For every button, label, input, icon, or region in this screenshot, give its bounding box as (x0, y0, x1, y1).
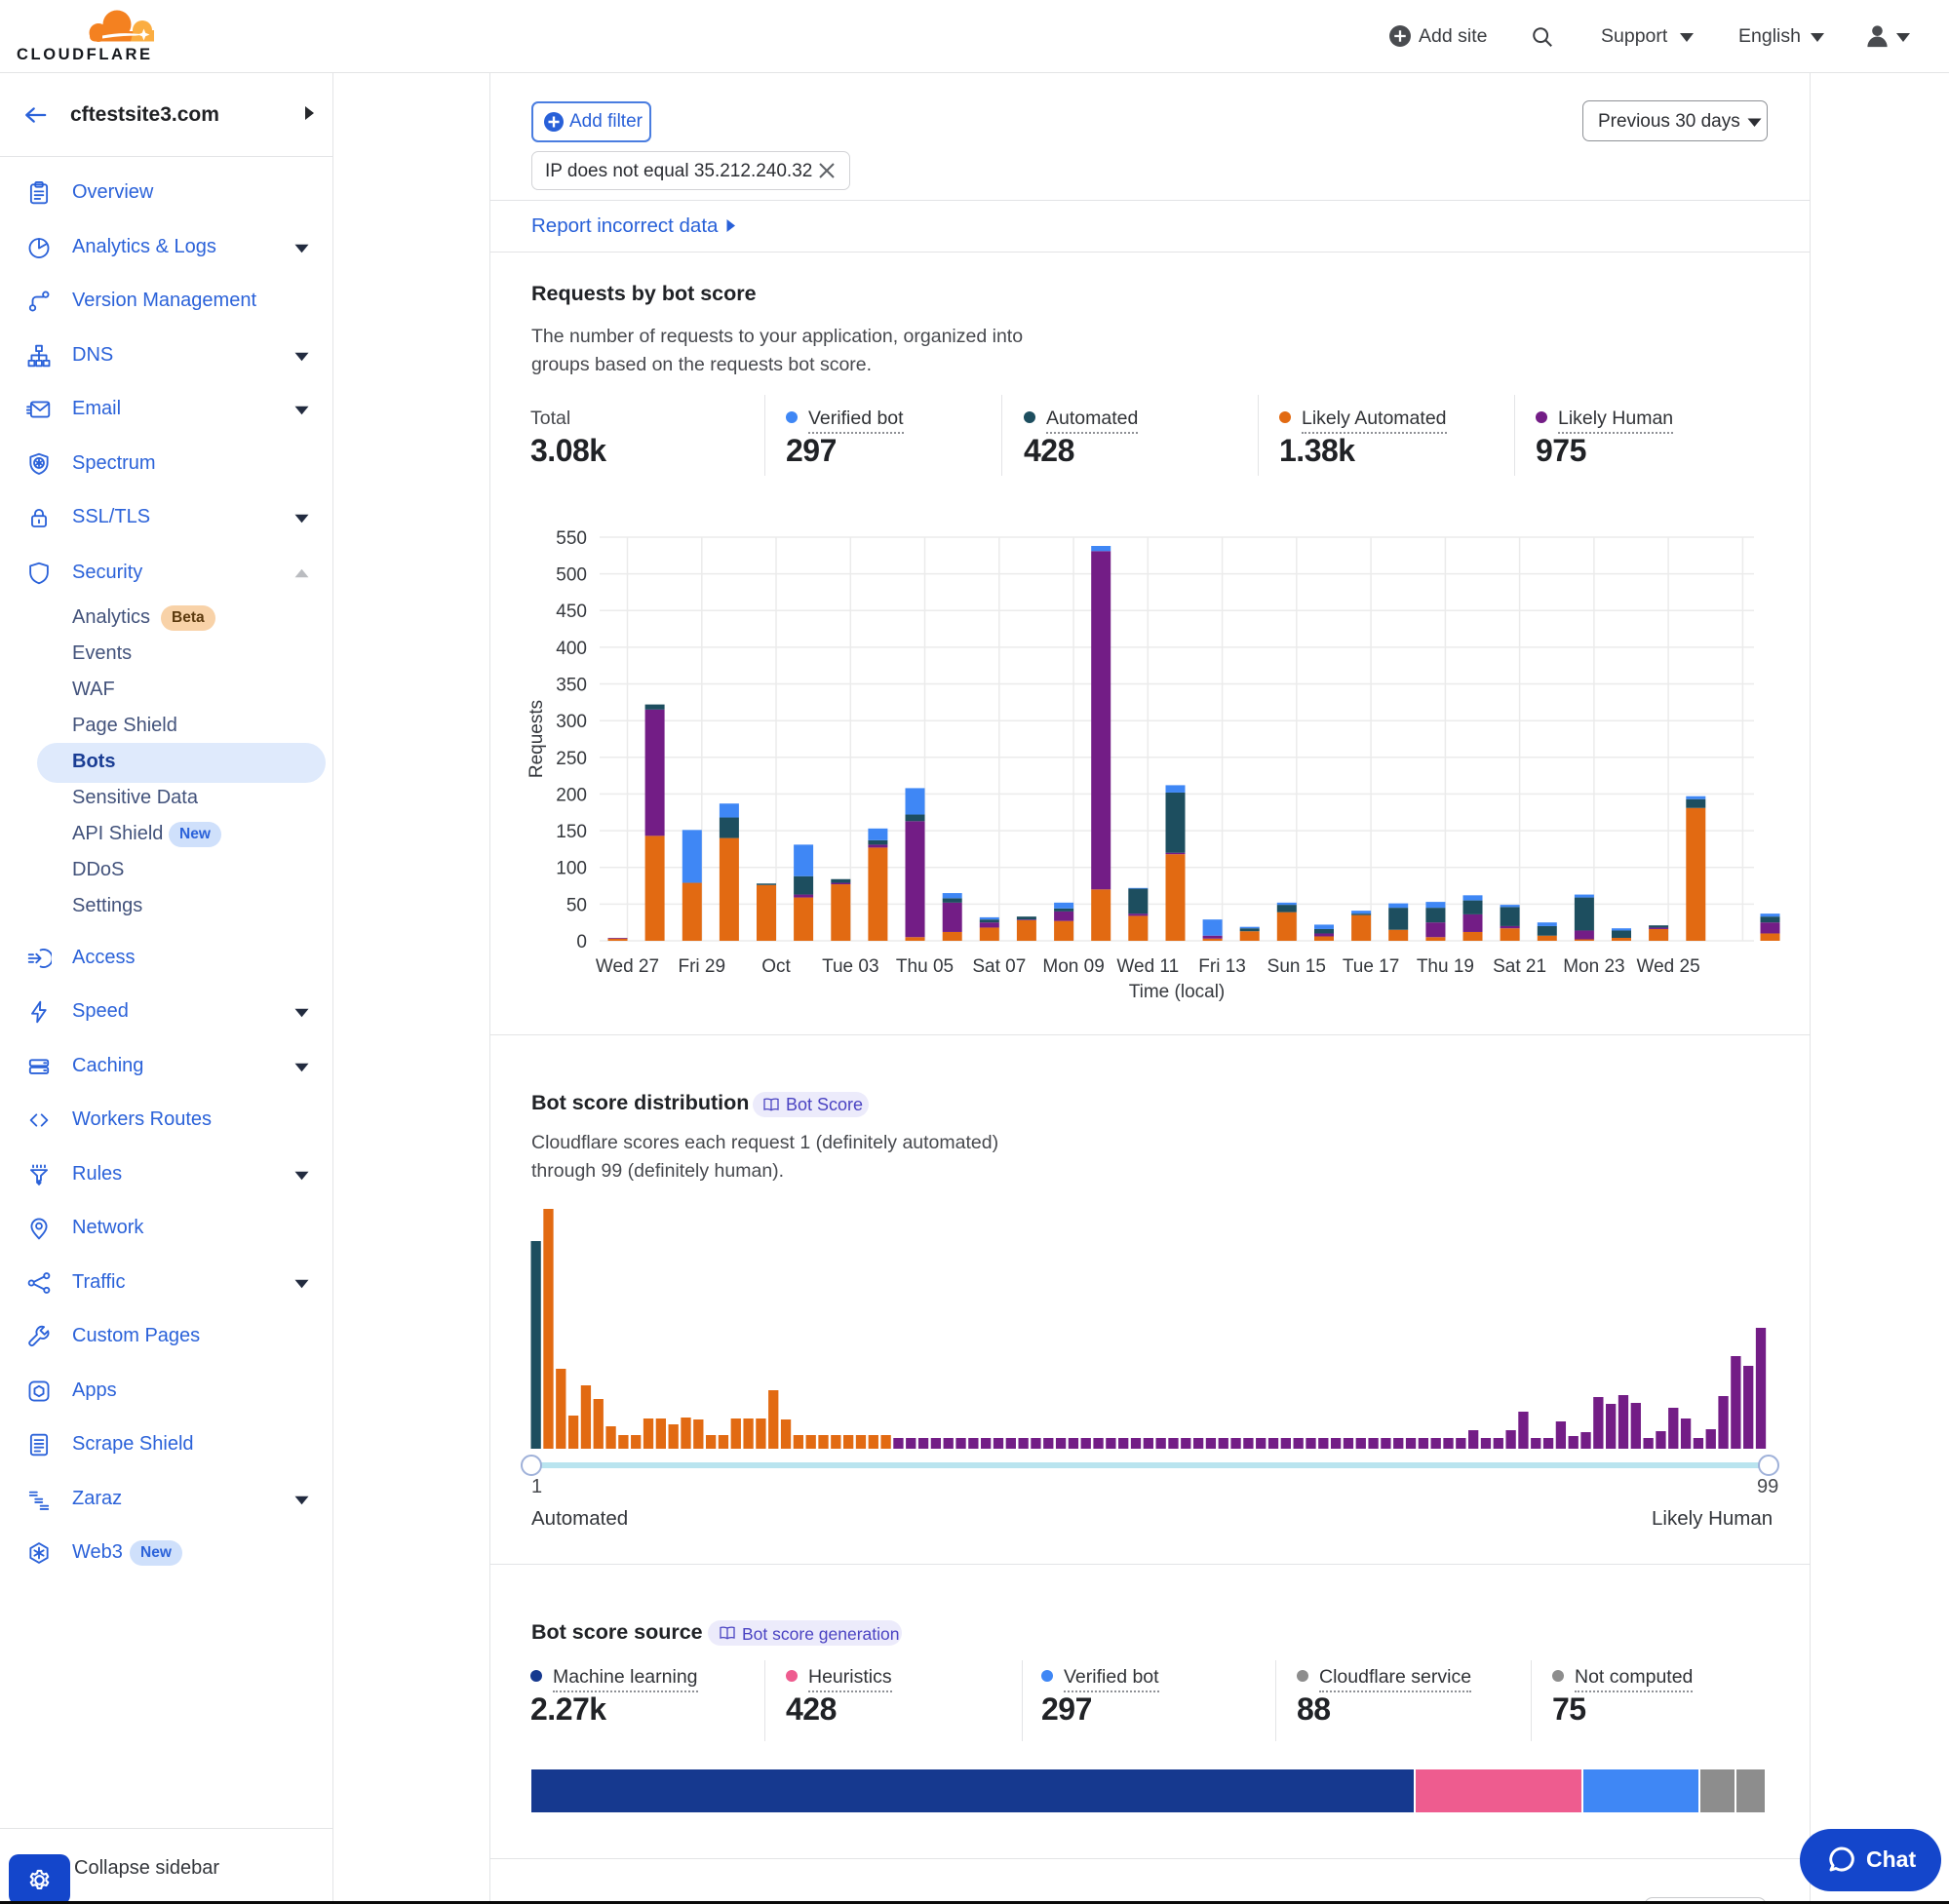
svg-text:Time (local): Time (local) (1129, 982, 1226, 1002)
svg-text:Sat 21: Sat 21 (1493, 956, 1546, 977)
svg-text:Fri 13: Fri 13 (1198, 956, 1246, 977)
svg-text:350: 350 (556, 676, 587, 696)
svg-text:500: 500 (556, 565, 587, 586)
svg-text:Fri 29: Fri 29 (679, 956, 726, 977)
svg-text:Wed 25: Wed 25 (1637, 956, 1700, 977)
svg-text:50: 50 (566, 895, 587, 915)
svg-text:0: 0 (576, 932, 587, 952)
svg-text:250: 250 (556, 749, 587, 769)
svg-text:Tue 17: Tue 17 (1343, 956, 1399, 977)
svg-text:Mon 09: Mon 09 (1042, 956, 1104, 977)
svg-text:Sat 07: Sat 07 (972, 956, 1026, 977)
svg-text:Requests: Requests (526, 700, 547, 778)
svg-text:CLOUDFLARE: CLOUDFLARE (17, 46, 153, 62)
svg-text:400: 400 (556, 639, 587, 659)
svg-text:300: 300 (556, 712, 587, 732)
svg-text:550: 550 (556, 528, 587, 549)
svg-text:Wed 27: Wed 27 (596, 956, 659, 977)
svg-text:100: 100 (556, 859, 587, 879)
svg-text:450: 450 (556, 602, 587, 622)
svg-text:150: 150 (556, 822, 587, 842)
svg-text:200: 200 (556, 785, 587, 805)
svg-text:Wed 11: Wed 11 (1116, 956, 1179, 977)
svg-text:Sun 15: Sun 15 (1267, 956, 1326, 977)
svg-text:Thu 19: Thu 19 (1417, 956, 1474, 977)
svg-text:Thu 05: Thu 05 (896, 956, 954, 977)
svg-text:Tue 03: Tue 03 (822, 956, 878, 977)
svg-text:Oct: Oct (761, 956, 791, 977)
svg-text:Mon 23: Mon 23 (1563, 956, 1624, 977)
